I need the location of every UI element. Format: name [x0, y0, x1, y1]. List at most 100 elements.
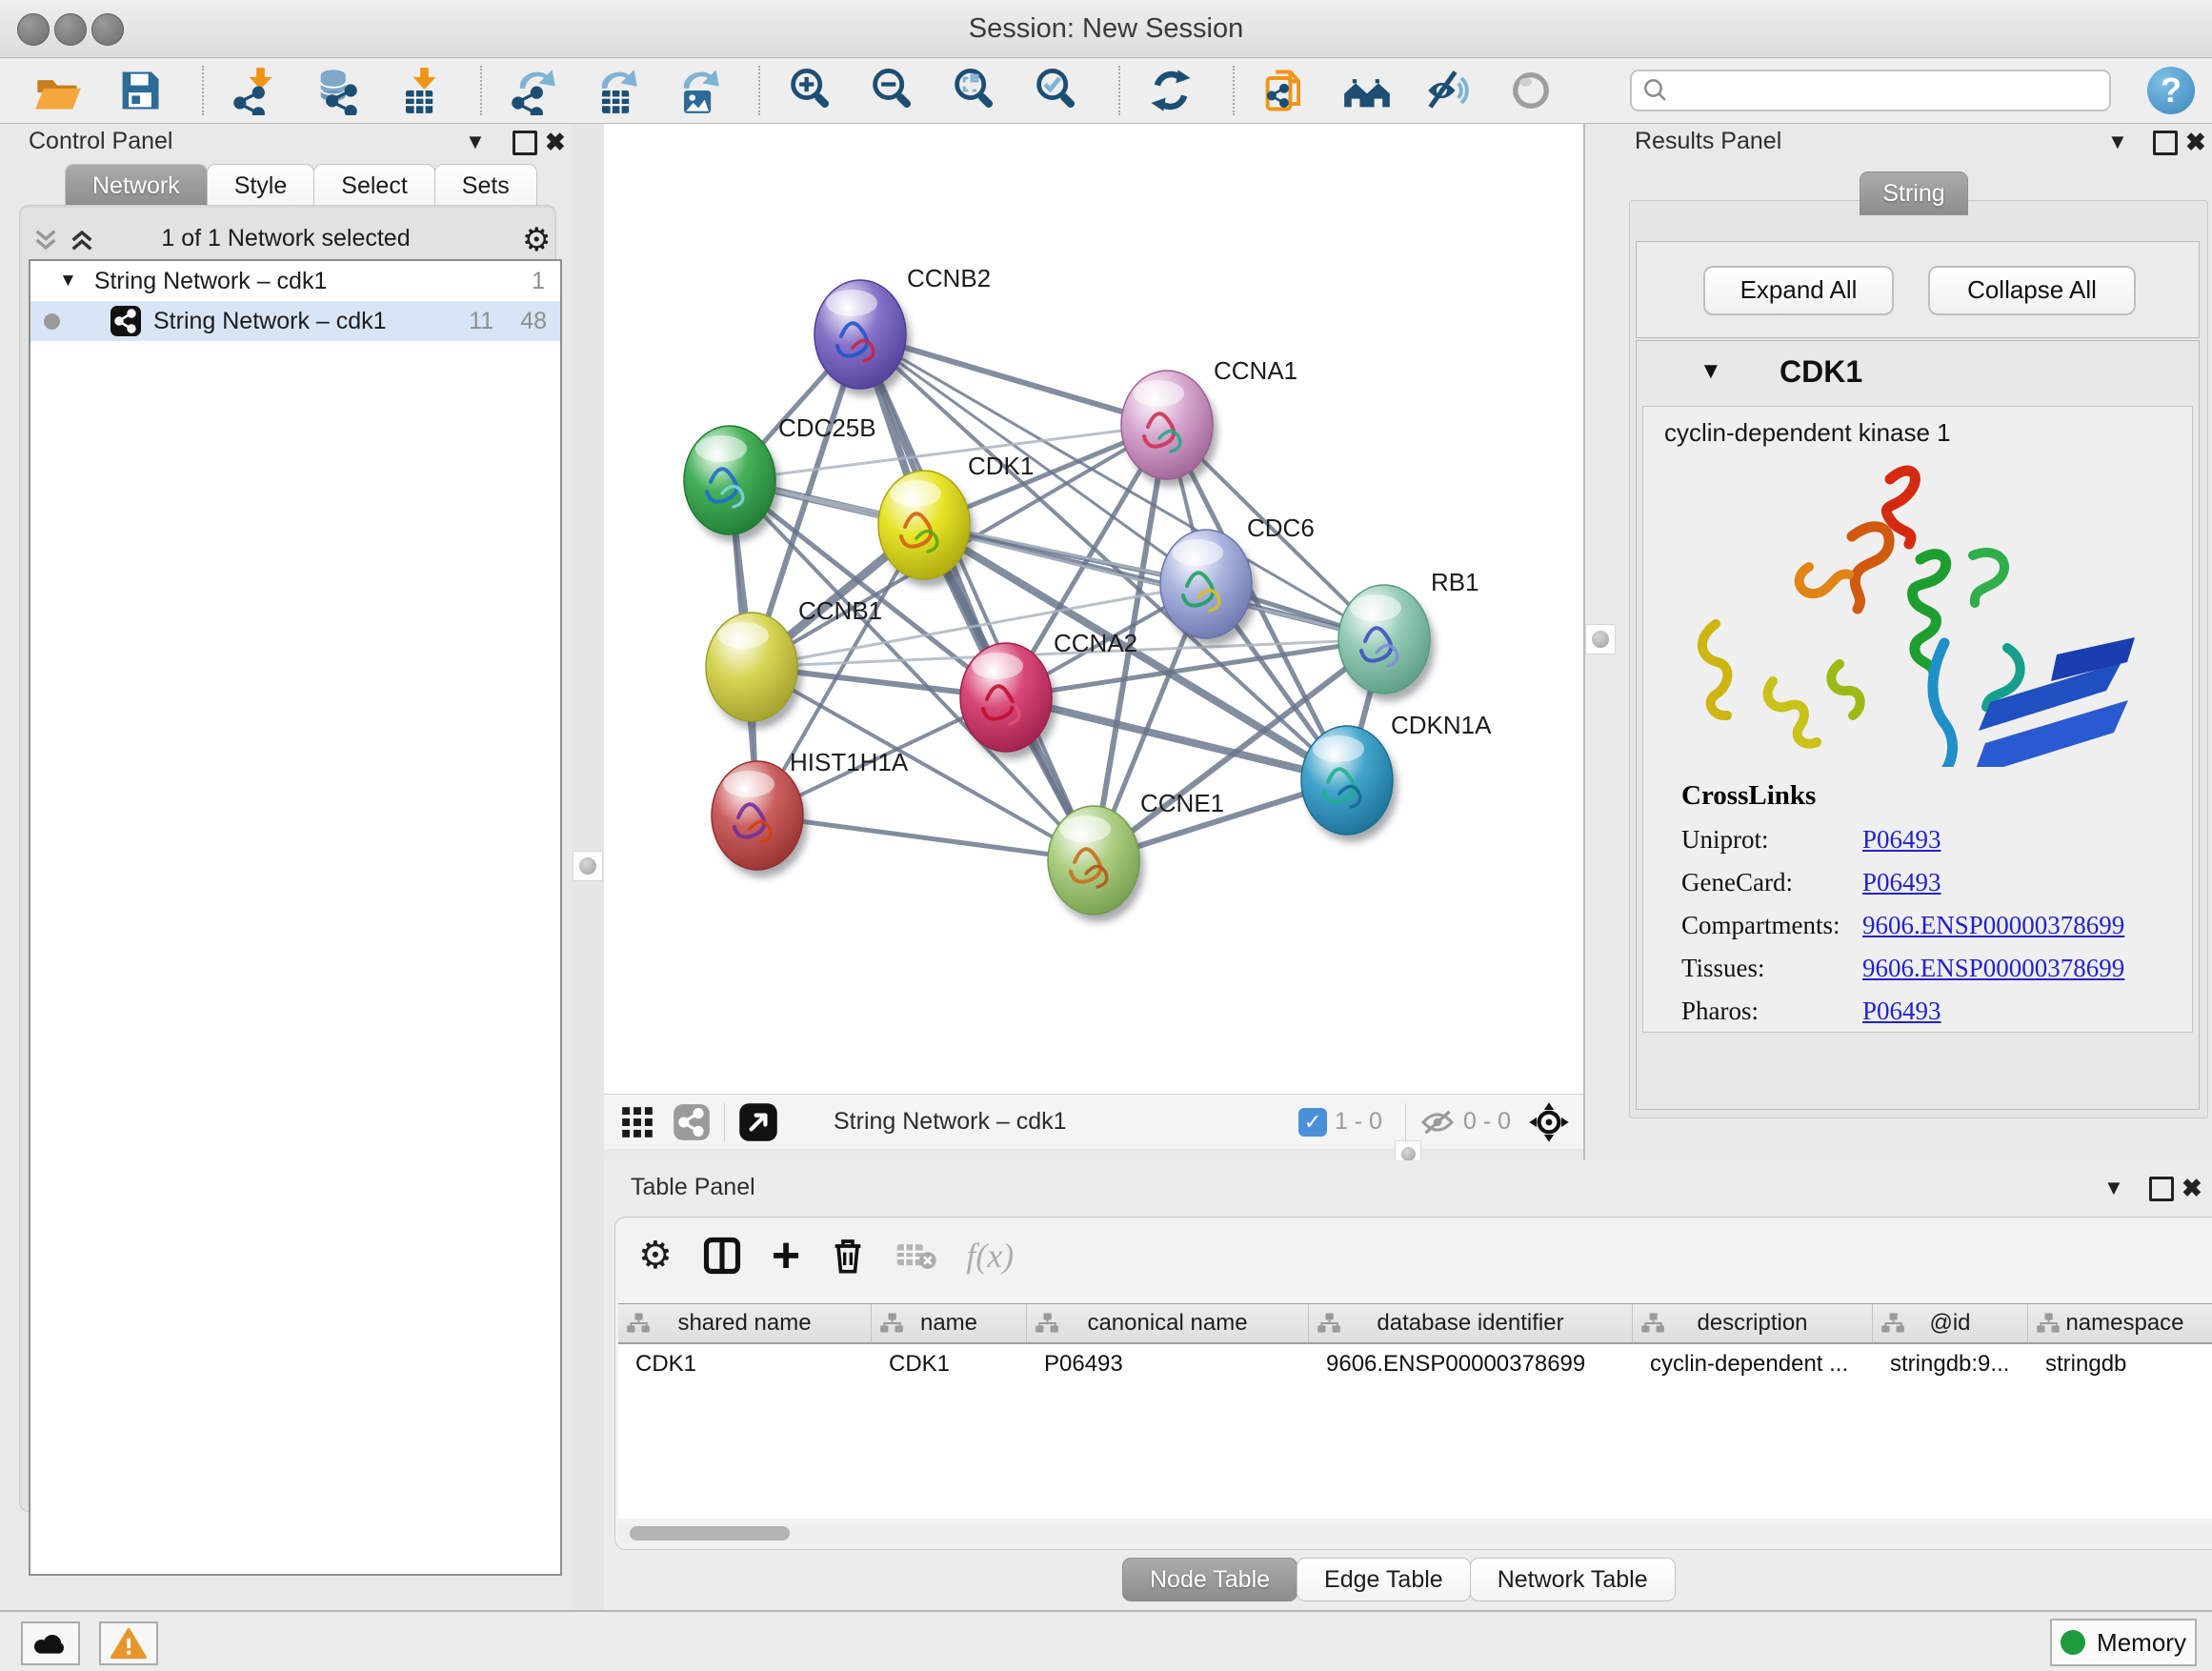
tab-node-table[interactable]: Node Table [1122, 1558, 1297, 1601]
tab-network[interactable]: Network [65, 164, 208, 207]
grid-mode-icon[interactable] [619, 1104, 655, 1140]
memory-button[interactable]: Memory [2050, 1619, 2197, 1666]
selected-nodes-checkbox-icon[interactable]: ✓ [1298, 1108, 1327, 1137]
memory-label: Memory [2097, 1628, 2186, 1658]
left-splitter[interactable] [572, 124, 604, 1610]
export-image-button[interactable] [671, 65, 722, 116]
column-header--id[interactable]: @id [1873, 1304, 2028, 1342]
panel-menu-icon[interactable]: ▼ [465, 130, 486, 154]
network-node-ccne1[interactable]: CCNE1 [1048, 789, 1224, 922]
column-header-name[interactable]: name [872, 1304, 1027, 1342]
crosslink-link[interactable]: P06493 [1862, 868, 1941, 897]
save-session-icon [115, 66, 165, 115]
fit-selected-crosshair-icon[interactable] [1528, 1101, 1570, 1143]
table-cell[interactable]: 9606.ENSP00000378699 [1309, 1344, 1633, 1384]
column-header-canonical-name[interactable]: canonical name [1027, 1304, 1309, 1342]
zoom-out-button[interactable] [867, 65, 918, 116]
collapse-triangle-icon[interactable]: ▼ [59, 271, 77, 292]
column-header-namespace[interactable]: namespace [2028, 1304, 2212, 1342]
tab-string[interactable]: String [1860, 171, 1968, 215]
tab-style[interactable]: Style [207, 164, 315, 207]
network-node-cdkn1a[interactable]: CDKN1A [1301, 711, 1492, 842]
gear-icon[interactable]: ⚙ [522, 221, 551, 259]
import-database-button[interactable] [311, 65, 362, 116]
hide-glasses-button[interactable] [1423, 65, 1475, 116]
refresh-button[interactable] [1145, 65, 1196, 116]
panel-menu-icon[interactable]: ▼ [2103, 1176, 2124, 1200]
table-horizontal-scrollbar[interactable] [618, 1524, 2212, 1543]
create-column-icon[interactable]: + [772, 1237, 800, 1275]
float-panel-icon[interactable] [513, 131, 537, 155]
save-session-button[interactable] [114, 65, 166, 116]
crosslink-link[interactable]: 9606.ENSP00000378699 [1862, 954, 2124, 983]
zoom-fit-button[interactable] [949, 65, 1000, 116]
open-session-button[interactable] [32, 65, 84, 116]
right-splitter-collapse-button[interactable] [1585, 624, 1616, 654]
network-collection-row[interactable]: ▼ String Network – cdk1 1 [30, 261, 560, 301]
tab-sets[interactable]: Sets [434, 164, 537, 207]
zoom-in-button[interactable] [785, 65, 836, 116]
close-panel-icon[interactable]: ✖ [2182, 1174, 2202, 1203]
tab-select[interactable]: Select [313, 164, 434, 207]
node-table-box: ⚙ + f(x) shared namenamecanonical nameda… [614, 1217, 2212, 1550]
control-panel-title: Control Panel [29, 128, 172, 155]
network-node-rb1[interactable]: RB1 [1338, 568, 1479, 701]
scrollbar-thumb[interactable] [630, 1526, 790, 1540]
table-cell[interactable]: CDK1 [618, 1344, 872, 1384]
eye-icon [1506, 66, 1556, 115]
network-node-ccna2[interactable]: CCNA2 [960, 629, 1137, 759]
column-header-shared-name[interactable]: shared name [618, 1304, 872, 1342]
cloud-status-button[interactable] [21, 1621, 80, 1665]
control-panel: Control Panel ▼ ✖ NetworkStyleSelectSets… [0, 124, 572, 1610]
table-cell[interactable]: stringdb [2028, 1344, 2212, 1384]
column-header-description[interactable]: description [1633, 1304, 1873, 1342]
zoom-selected-button[interactable] [1031, 65, 1082, 116]
network-node-ccnb2[interactable]: CCNB2 [814, 264, 991, 396]
network-node-cdk1[interactable]: CDK1 [878, 452, 1034, 587]
homes-button[interactable] [1341, 65, 1393, 116]
crosslink-link[interactable]: P06493 [1862, 825, 1941, 855]
import-network-button[interactable] [229, 65, 280, 116]
show-columns-icon[interactable] [701, 1235, 743, 1277]
network-view-canvas[interactable]: CCNB2CCNA1CDC25BCDK1CDC6RB1CCNB1CCNA2CDK… [604, 124, 1583, 1094]
network-node-hist1h1a[interactable]: HIST1H1A [712, 748, 909, 877]
main-toolbar: ? [0, 58, 2212, 124]
collapse-all-trees-icon[interactable] [30, 225, 61, 260]
expand-all-button[interactable]: Expand All [1703, 266, 1894, 315]
collapse-triangle-icon[interactable]: ▼ [1699, 358, 1722, 385]
import-table-button[interactable] [392, 65, 444, 116]
warning-status-button[interactable] [99, 1621, 158, 1665]
table-cell[interactable]: CDK1 [872, 1344, 1027, 1384]
birds-eye-view-icon[interactable] [738, 1102, 778, 1142]
network-node-cdc6[interactable]: CDC6 [1160, 513, 1315, 646]
tab-edge-table[interactable]: Edge Table [1297, 1558, 1471, 1601]
export-network-button[interactable] [507, 65, 558, 116]
delete-column-icon[interactable] [829, 1235, 867, 1277]
table-row[interactable]: CDK1CDK1P064939606.ENSP00000378699cyclin… [618, 1344, 2212, 1384]
help-button[interactable]: ? [2147, 67, 2195, 114]
edge-CCNB2-CCNE1[interactable] [860, 334, 1094, 860]
tab-network-table[interactable]: Network Table [1470, 1558, 1676, 1601]
eye-button[interactable] [1505, 65, 1557, 116]
protein-section-header[interactable]: ▼ CDK1 [1637, 341, 2199, 404]
zoom-in-icon [786, 66, 835, 115]
export-table-button[interactable] [589, 65, 640, 116]
float-panel-icon[interactable] [2149, 1177, 2174, 1201]
string-network-badge-icon[interactable] [673, 1103, 711, 1141]
network-row[interactable]: String Network – cdk1 11 48 [30, 301, 560, 341]
crosslink-link[interactable]: 9606.ENSP00000378699 [1862, 911, 2124, 940]
table-cell[interactable]: P06493 [1027, 1344, 1309, 1384]
column-header-database-identifier[interactable]: database identifier [1309, 1304, 1633, 1342]
network-node-cdc25b[interactable]: CDC25B [684, 413, 876, 542]
snapshot-button[interactable] [1259, 65, 1311, 116]
close-panel-icon[interactable]: ✖ [545, 128, 566, 157]
table-gear-icon[interactable]: ⚙ [638, 1234, 673, 1278]
crosslink-link[interactable]: P06493 [1862, 997, 1941, 1026]
collapse-all-button[interactable]: Collapse All [1928, 266, 2136, 315]
search-box[interactable] [1630, 70, 2111, 111]
table-cell[interactable]: cyclin-dependent ... [1633, 1344, 1873, 1384]
left-splitter-collapse-button[interactable] [573, 851, 603, 881]
search-input[interactable] [1670, 72, 2109, 109]
table-cell[interactable]: stringdb:9... [1873, 1344, 2028, 1384]
network-node-label: CCNA2 [1054, 629, 1137, 657]
